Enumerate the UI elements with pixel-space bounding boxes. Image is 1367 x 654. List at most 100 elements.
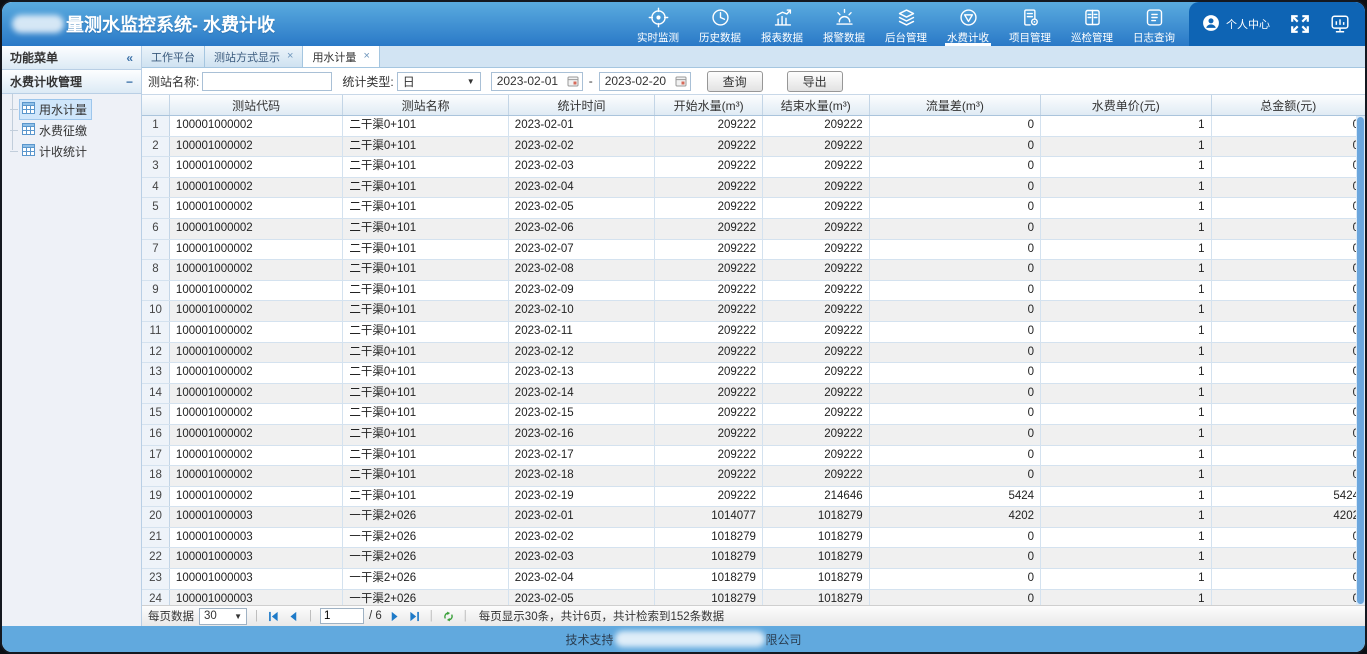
table-row[interactable]: 5100001000002二干渠0+1012023-02-05209222209… [142,198,1365,219]
column-header-1[interactable]: 测站代码 [170,95,343,115]
table-row[interactable]: 3100001000002二干渠0+1012023-02-03209222209… [142,157,1365,178]
nav-item-8[interactable]: 巡检管理 [1061,2,1123,46]
nav-item-4[interactable]: 报警数据 [813,2,875,46]
cell: 209222 [655,219,763,239]
cell: 209222 [655,322,763,342]
table-row[interactable]: 24100001000003一干渠2+0262023-02-0510182791… [142,590,1365,605]
column-header-2[interactable]: 测站名称 [343,95,508,115]
sidebar-item-计收统计[interactable]: 计收统计 [10,141,141,162]
column-header-4[interactable]: 开始水量(m³) [655,95,763,115]
table-row[interactable]: 9100001000002二干渠0+1012023-02-09209222209… [142,281,1365,302]
row-number: 2 [142,137,170,157]
table-row[interactable]: 12100001000002二干渠0+1012023-02-1220922220… [142,343,1365,364]
query-button[interactable]: 查询 [707,71,763,92]
cell: 一干渠2+026 [343,548,508,568]
date-to-input[interactable]: 2023-02-20 [599,72,691,91]
tab-label: 用水计量 [312,49,356,65]
table-row[interactable]: 15100001000002二干渠0+1012023-02-1520922220… [142,404,1365,425]
nav-item-2[interactable]: 历史数据 [689,2,751,46]
last-page-button[interactable] [407,611,422,622]
nav-item-3[interactable]: 报表数据 [751,2,813,46]
cell: 209222 [763,363,870,383]
cell: 1018279 [763,548,870,568]
table-row[interactable]: 6100001000002二干渠0+1012023-02-06209222209… [142,219,1365,240]
dashboard-monitor-button[interactable] [1329,13,1351,35]
nav-item-5[interactable]: 后台管理 [875,2,937,46]
cell: 209222 [655,384,763,404]
table-row[interactable]: 1100001000002二干渠0+1012023-02-01209222209… [142,116,1365,137]
close-icon[interactable]: × [363,51,369,62]
table-row[interactable]: 16100001000002二干渠0+1012023-02-1620922220… [142,425,1365,446]
nav-item-7[interactable]: 项目管理 [999,2,1061,46]
column-header-7[interactable]: 水费单价(元) [1041,95,1211,115]
cell: 1018279 [763,590,870,605]
person-icon [1201,13,1221,36]
first-page-button[interactable] [266,611,281,622]
column-header-5[interactable]: 结束水量(m³) [763,95,870,115]
cell: 100001000002 [170,343,343,363]
column-header-3[interactable]: 统计时间 [509,95,656,115]
tab-用水计量[interactable]: 用水计量 × [303,46,379,67]
pagination-summary: 每页显示30条，共计6页，共计检索到152条数据 [479,608,724,624]
table-row[interactable]: 2100001000002二干渠0+1012023-02-02209222209… [142,137,1365,158]
column-header-8[interactable]: 总金额(元) [1212,95,1366,115]
next-page-button[interactable] [387,611,402,622]
table-row[interactable]: 13100001000002二干渠0+1012023-02-1320922220… [142,363,1365,384]
date-from-value: 2023-02-01 [497,74,558,88]
sidebar-item-水费征缴[interactable]: 水费征缴 [10,120,141,141]
sidebar-item-用水计量[interactable]: 用水计量 [10,99,141,120]
table-row[interactable]: 20100001000003一干渠2+0262023-02-0110140771… [142,507,1365,528]
table-row[interactable]: 11100001000002二干渠0+1012023-02-1120922220… [142,322,1365,343]
cell: 0 [870,157,1041,177]
cell: 209222 [763,384,870,404]
sidebar-section-header[interactable]: 水费计收管理 − [2,70,141,94]
user-center-button[interactable]: 个人中心 [1201,13,1270,36]
table-row[interactable]: 4100001000002二干渠0+1012023-02-04209222209… [142,178,1365,199]
station-name-input[interactable] [202,72,332,91]
column-header-6[interactable]: 流量差(m³) [870,95,1041,115]
cell: 二干渠0+101 [343,178,508,198]
cell: 100001000002 [170,281,343,301]
date-from-input[interactable]: 2023-02-01 [491,72,583,91]
tab-工作平台[interactable]: 工作平台 [142,46,205,67]
table-row[interactable]: 10100001000002二干渠0+1012023-02-1020922220… [142,301,1365,322]
cell: 二干渠0+101 [343,487,508,507]
table-row[interactable]: 19100001000002二干渠0+1012023-02-1920922221… [142,487,1365,508]
refresh-button[interactable] [441,611,456,622]
cell: 209222 [763,301,870,321]
cell: 1 [1041,198,1211,218]
prev-page-button[interactable] [286,611,301,622]
cell: 1 [1041,446,1211,466]
table-row[interactable]: 21100001000003一干渠2+0262023-02-0210182791… [142,528,1365,549]
cell: 1 [1041,507,1211,527]
scrollbar-thumb[interactable] [1357,117,1364,604]
sidebar-collapse-button[interactable]: « [126,51,133,65]
app-header: 量测水监控系统- 水费计收 实时监测历史数据报表数据报警数据后台管理水费计收项目… [2,2,1365,46]
nav-item-1[interactable]: 实时监测 [627,2,689,46]
stat-type-select[interactable]: 日 ▼ [397,72,481,91]
cell: 100001000002 [170,137,343,157]
cell: 二干渠0+101 [343,137,508,157]
cell: 209222 [655,363,763,383]
table-row[interactable]: 23100001000003一干渠2+0262023-02-0410182791… [142,569,1365,590]
cell: 100001000002 [170,178,343,198]
fullscreen-button[interactable] [1289,13,1311,35]
tab-测站方式显示[interactable]: 测站方式显示× [205,46,303,67]
nav-item-9[interactable]: 日志查询 [1123,2,1185,46]
close-icon[interactable]: × [287,51,293,62]
vertical-scrollbar[interactable] [1356,116,1365,605]
export-button[interactable]: 导出 [787,71,843,92]
table-row[interactable]: 18100001000002二干渠0+1012023-02-1820922220… [142,466,1365,487]
cell: 二干渠0+101 [343,425,508,445]
nav-item-6[interactable]: 水费计收 [937,2,999,46]
cell: 二干渠0+101 [343,240,508,260]
table-row[interactable]: 14100001000002二干渠0+1012023-02-1420922220… [142,384,1365,405]
page-size-select[interactable]: 30 ▼ [199,608,247,625]
table-row[interactable]: 17100001000002二干渠0+1012023-02-1720922220… [142,446,1365,467]
current-page-input[interactable] [320,608,364,624]
table-row[interactable]: 8100001000002二干渠0+1012023-02-08209222209… [142,260,1365,281]
cell: 2023-02-05 [509,590,656,605]
table-row[interactable]: 7100001000002二干渠0+1012023-02-07209222209… [142,240,1365,261]
table-row[interactable]: 22100001000003一干渠2+0262023-02-0310182791… [142,548,1365,569]
cell: 2023-02-11 [509,322,656,342]
